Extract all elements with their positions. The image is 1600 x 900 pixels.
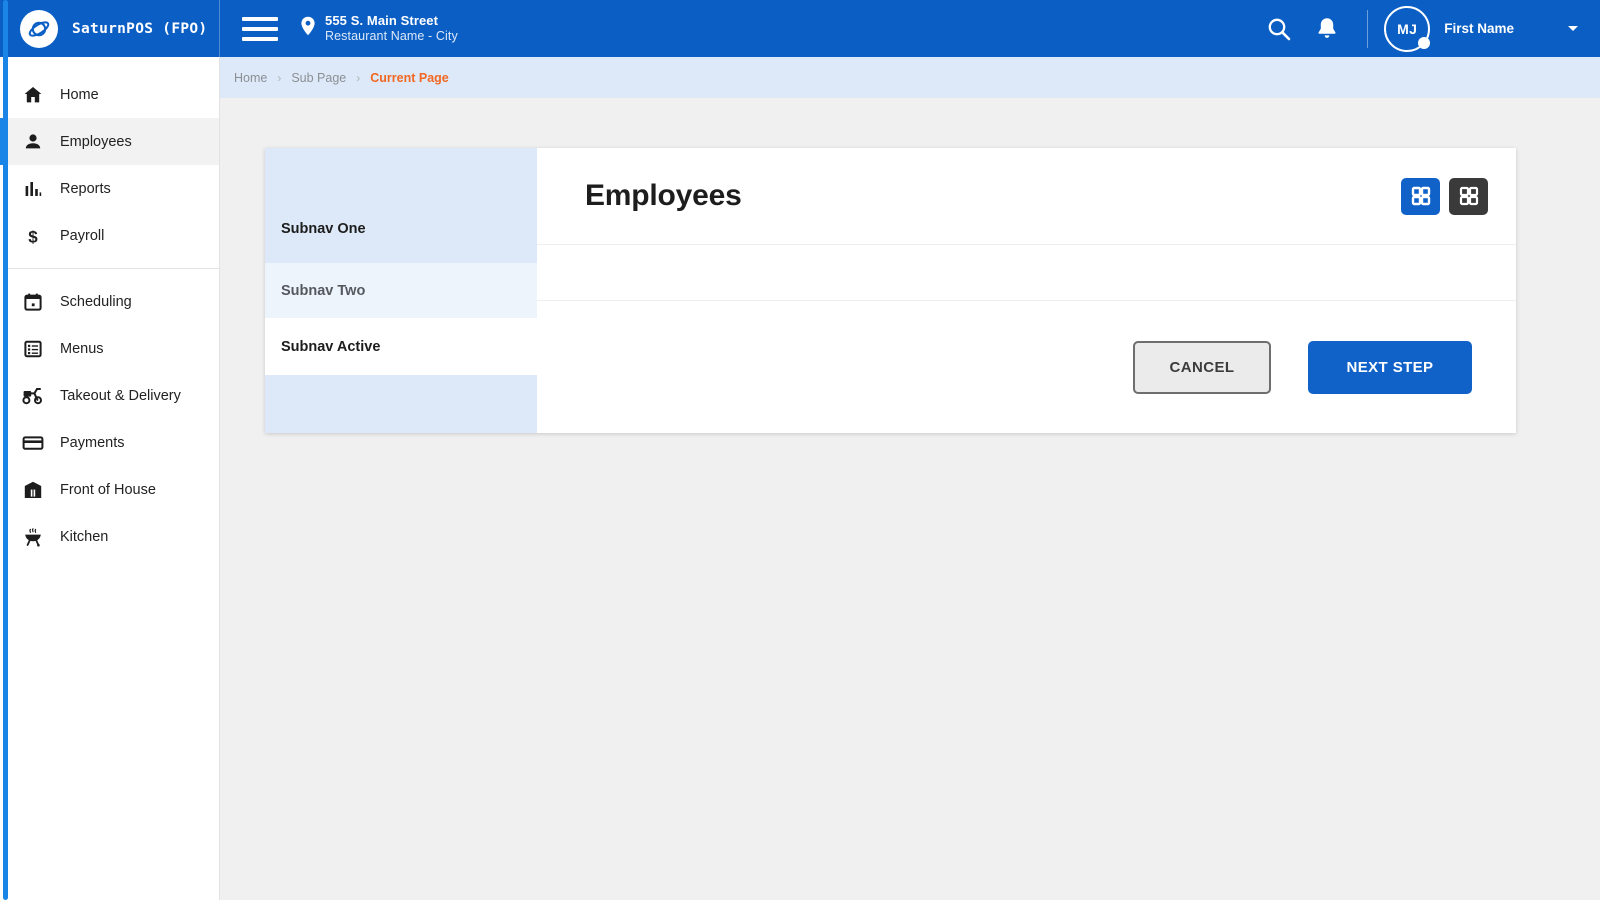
bell-icon[interactable]: [1303, 0, 1351, 57]
delivery-scooter-icon: [22, 385, 44, 407]
subnav-item-active[interactable]: Subnav Active: [265, 318, 537, 375]
location-selector[interactable]: 555 S. Main Street Restaurant Name - Cit…: [300, 13, 458, 45]
sidebar-item-label: Front of House: [60, 481, 156, 498]
sidebar-item-label: Takeout & Delivery: [60, 387, 181, 404]
employees-card: Subnav One Subnav Two Subnav Active Empl…: [265, 148, 1516, 433]
view-toggle-group: [1401, 177, 1488, 215]
left-edge-accent-bar: [3, 0, 8, 900]
sidebar-item-label: Payroll: [60, 227, 105, 244]
sidebar-item-payments[interactable]: Payments: [0, 419, 219, 466]
credit-card-icon: [22, 432, 44, 454]
breadcrumb-separator: ›: [277, 70, 282, 85]
home-icon: [22, 84, 44, 106]
subnav-item-label: Subnav Two: [281, 282, 366, 299]
calendar-icon: [22, 291, 44, 313]
main-content-area: Subnav One Subnav Two Subnav Active Empl…: [220, 98, 1600, 900]
subnav-item-label: Subnav One: [281, 221, 366, 237]
user-menu[interactable]: MJ First Name: [1384, 5, 1600, 52]
breadcrumb-separator: ›: [356, 70, 361, 85]
bar-chart-icon: [22, 178, 44, 200]
sidebar-item-scheduling[interactable]: Scheduling: [0, 278, 219, 325]
sidebar-item-menus[interactable]: Menus: [0, 325, 219, 372]
grid-view-icon[interactable]: [1401, 177, 1440, 215]
sidebar-item-reports[interactable]: Reports: [0, 165, 219, 212]
page-title: Employees: [585, 179, 742, 212]
sidebar-item-takeout-delivery[interactable]: Takeout & Delivery: [0, 372, 219, 419]
brand-name: SaturnPOS (FPO): [72, 20, 208, 37]
sidebar-item-label: Payments: [60, 434, 125, 451]
panel-content-row: [537, 245, 1516, 301]
sidebar-navigation: Home Employees Reports $ Payroll Schedul…: [0, 57, 220, 900]
breadcrumb-item-home[interactable]: Home: [234, 71, 267, 85]
hamburger-line: [242, 36, 278, 41]
panel-action-bar: CANCEL NEXT STEP: [537, 301, 1516, 433]
search-icon[interactable]: [1255, 0, 1303, 57]
panel-header: Employees: [537, 148, 1516, 245]
location-address: 555 S. Main Street: [325, 12, 439, 28]
cancel-button[interactable]: CANCEL: [1133, 340, 1271, 394]
hamburger-line: [242, 26, 278, 31]
storefront-icon: [22, 479, 44, 501]
grid-view-detail-icon[interactable]: [1449, 177, 1488, 215]
list-icon: [22, 338, 44, 360]
sidebar-item-label: Menus: [60, 340, 104, 357]
saturn-planet-icon: [20, 9, 58, 48]
sidebar-item-payroll[interactable]: $ Payroll: [0, 212, 219, 259]
avatar-initials: MJ: [1397, 20, 1418, 37]
sidebar-item-label: Kitchen: [60, 528, 109, 545]
map-pin-icon: [300, 16, 316, 41]
sidebar-item-label: Employees: [60, 133, 132, 150]
sidebar-item-label: Reports: [60, 180, 111, 197]
brand-block[interactable]: SaturnPOS (FPO): [0, 0, 220, 57]
hamburger-line: [242, 16, 278, 21]
breadcrumb-item-sub-page[interactable]: Sub Page: [291, 71, 346, 85]
user-name: First Name: [1444, 21, 1514, 36]
svg-text:$: $: [28, 227, 38, 246]
topbar-divider: [1367, 9, 1369, 48]
subnav-item-two[interactable]: Subnav Two: [265, 263, 537, 318]
card-panel: Employees CANCEL NEXT STEP: [537, 148, 1516, 433]
subnav-filler: [265, 375, 537, 433]
location-restaurant: Restaurant Name - City: [325, 28, 458, 43]
sidebar-item-home[interactable]: Home: [0, 71, 219, 118]
sidebar-divider: [8, 268, 219, 269]
card-subnavigation: Subnav One Subnav Two Subnav Active: [265, 148, 537, 433]
person-icon: [22, 131, 44, 153]
sidebar-item-kitchen[interactable]: Kitchen: [0, 513, 219, 560]
breadcrumb: Home › Sub Page › Current Page: [220, 57, 1600, 98]
grill-icon: [22, 526, 44, 548]
topbar-right-cluster: MJ First Name: [1255, 0, 1600, 57]
subnav-item-label: Subnav Active: [281, 338, 381, 355]
avatar: MJ: [1384, 5, 1431, 52]
next-step-button[interactable]: NEXT STEP: [1308, 340, 1472, 394]
sidebar-item-front-of-house[interactable]: Front of House: [0, 466, 219, 513]
top-navigation-bar: SaturnPOS (FPO) 555 S. Main Street Resta…: [0, 0, 1600, 57]
subnav-item-one[interactable]: Subnav One: [265, 148, 537, 263]
breadcrumb-item-current-page: Current Page: [370, 70, 449, 85]
hamburger-menu-icon[interactable]: [242, 14, 278, 44]
sidebar-item-label: Home: [60, 86, 99, 103]
avatar-status-dot: [1418, 36, 1431, 49]
sidebar-item-employees[interactable]: Employees: [0, 118, 219, 165]
sidebar-item-label: Scheduling: [60, 293, 132, 310]
chevron-down-icon[interactable]: [1568, 26, 1578, 31]
dollar-sign-icon: $: [22, 225, 44, 247]
